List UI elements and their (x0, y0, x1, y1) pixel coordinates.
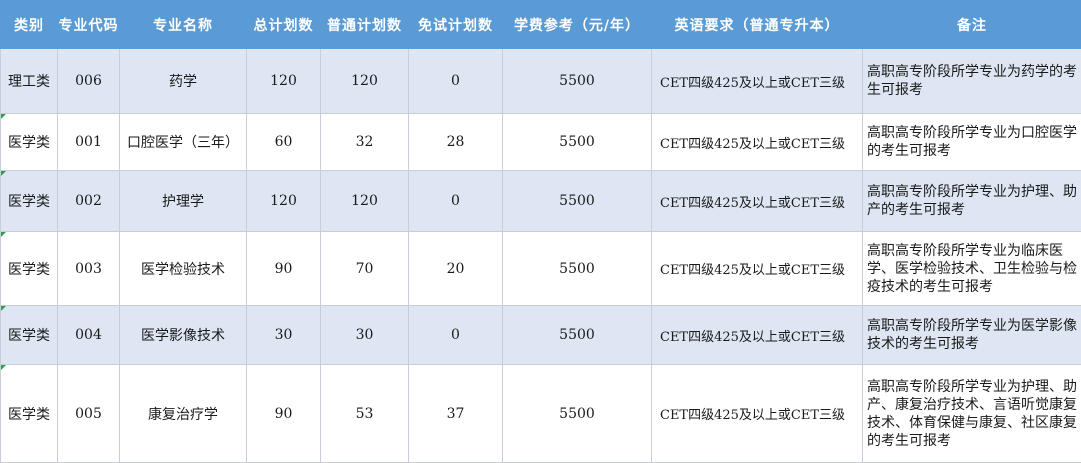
table-row: 医学类 002 护理学 120 120 0 5500 CET四级425及以上或C… (1, 171, 1081, 232)
cell-fee: 5500 (503, 306, 652, 365)
cell-category: 医学类 (1, 232, 58, 306)
cell-code: 006 (58, 49, 120, 114)
cell-fee: 5500 (503, 171, 652, 232)
cell-exempt: 0 (409, 306, 503, 365)
cell-category-text: 医学类 (8, 194, 50, 210)
cell-total: 90 (247, 232, 321, 306)
cell-category: 医学类 (1, 171, 58, 232)
comment-marker (1, 232, 6, 237)
cell-name: 护理学 (120, 171, 247, 232)
cell-category-text: 医学类 (8, 407, 50, 423)
cell-exempt: 37 (409, 365, 503, 463)
cell-regular: 70 (321, 232, 409, 306)
cell-name: 药学 (120, 49, 247, 114)
cell-name: 康复治疗学 (120, 365, 247, 463)
cell-total: 120 (247, 171, 321, 232)
comment-marker (1, 114, 6, 119)
cell-category: 医学类 (1, 365, 58, 463)
comment-marker (1, 306, 6, 311)
cell-category: 医学类 (1, 306, 58, 365)
cell-note: 高职高专阶段所学专业为护理、助产的考生可报考 (863, 171, 1081, 232)
header-row: 类别 专业代码 专业名称 总计划数 普通计划数 免试计划数 学费参考（元/年） … (1, 1, 1081, 49)
cell-fee: 5500 (503, 49, 652, 114)
table-row: 理工类 006 药学 120 120 0 5500 CET四级425及以上或CE… (1, 49, 1081, 114)
table-row: 医学类 003 医学检验技术 90 70 20 5500 CET四级425及以上… (1, 232, 1081, 306)
cell-note: 高职高专阶段所学专业为药学的考生可报考 (863, 49, 1081, 114)
table-row: 医学类 004 医学影像技术 30 30 0 5500 CET四级425及以上或… (1, 306, 1081, 365)
comment-marker (1, 365, 6, 370)
cell-note: 高职高专阶段所学专业为医学影像技术的考生可报考 (863, 306, 1081, 365)
cell-fee: 5500 (503, 114, 652, 171)
cell-regular: 30 (321, 306, 409, 365)
cell-exempt: 28 (409, 114, 503, 171)
comment-marker (1, 171, 6, 176)
header-total: 总计划数 (247, 1, 321, 49)
header-note: 备注 (863, 1, 1081, 49)
cell-code: 002 (58, 171, 120, 232)
enrollment-plan-table: 类别 专业代码 专业名称 总计划数 普通计划数 免试计划数 学费参考（元/年） … (0, 0, 1081, 463)
cell-english: CET四级425及以上或CET三级 (652, 306, 863, 365)
header-regular: 普通计划数 (321, 1, 409, 49)
cell-name: 口腔医学（三年） (120, 114, 247, 171)
cell-category: 医学类 (1, 114, 58, 171)
cell-english: CET四级425及以上或CET三级 (652, 171, 863, 232)
cell-category: 理工类 (1, 49, 58, 114)
cell-category-text: 医学类 (8, 135, 50, 151)
cell-code: 001 (58, 114, 120, 171)
cell-name: 医学影像技术 (120, 306, 247, 365)
cell-code: 003 (58, 232, 120, 306)
table-row: 医学类 001 口腔医学（三年） 60 32 28 5500 CET四级425及… (1, 114, 1081, 171)
cell-total: 30 (247, 306, 321, 365)
cell-code: 004 (58, 306, 120, 365)
header-major-name: 专业名称 (120, 1, 247, 49)
cell-category-text: 医学类 (8, 328, 50, 344)
header-fee: 学费参考（元/年） (503, 1, 652, 49)
cell-category-text: 医学类 (8, 262, 50, 278)
cell-regular: 32 (321, 114, 409, 171)
table-row: 医学类 005 康复治疗学 90 53 37 5500 CET四级425及以上或… (1, 365, 1081, 463)
cell-english: CET四级425及以上或CET三级 (652, 114, 863, 171)
cell-name: 医学检验技术 (120, 232, 247, 306)
cell-regular: 53 (321, 365, 409, 463)
header-category: 类别 (1, 1, 58, 49)
cell-exempt: 0 (409, 171, 503, 232)
cell-fee: 5500 (503, 365, 652, 463)
cell-code: 005 (58, 365, 120, 463)
cell-total: 120 (247, 49, 321, 114)
cell-english: CET四级425及以上或CET三级 (652, 232, 863, 306)
header-code: 专业代码 (58, 1, 120, 49)
cell-note: 高职高专阶段所学专业为护理、助产、康复治疗技术、言语听觉康复技术、体育保健与康复… (863, 365, 1081, 463)
cell-english: CET四级425及以上或CET三级 (652, 49, 863, 114)
cell-fee: 5500 (503, 232, 652, 306)
cell-english: CET四级425及以上或CET三级 (652, 365, 863, 463)
header-english: 英语要求（普通专升本） (652, 1, 863, 49)
cell-exempt: 20 (409, 232, 503, 306)
cell-note: 高职高专阶段所学专业为临床医学、医学检验技术、卫生检验与检疫技术的考生可报考 (863, 232, 1081, 306)
header-exempt: 免试计划数 (409, 1, 503, 49)
cell-regular: 120 (321, 49, 409, 114)
cell-regular: 120 (321, 171, 409, 232)
cell-note: 高职高专阶段所学专业为口腔医学的考生可报考 (863, 114, 1081, 171)
cell-exempt: 0 (409, 49, 503, 114)
cell-total: 60 (247, 114, 321, 171)
cell-total: 90 (247, 365, 321, 463)
